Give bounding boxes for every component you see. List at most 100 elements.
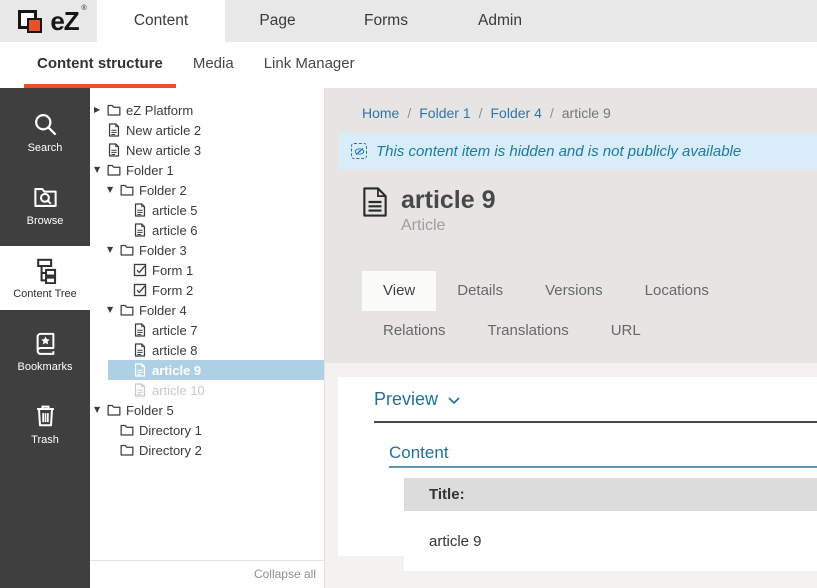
tab-versions[interactable]: Versions <box>524 271 624 311</box>
ez-logo-icon <box>18 7 45 35</box>
tree-item-folder-5[interactable]: ▼ Folder 5 <box>90 400 324 420</box>
folder-icon <box>120 303 139 317</box>
preview-section-toggle[interactable]: Preview <box>374 377 817 423</box>
content-type-label: Article <box>401 217 496 235</box>
tree-item-article-6[interactable]: article 6 <box>90 220 324 240</box>
subnav-item-content-structure[interactable]: Content structure <box>24 42 176 88</box>
collapse-all-button[interactable]: Collapse all <box>254 567 316 581</box>
tree-item-folder-1[interactable]: ▼Folder 1 <box>90 160 324 180</box>
tree-item-directory-2[interactable]: Directory 2 <box>90 440 324 460</box>
sidebar-items: Search Browse Content Tree Bookmarks Trash <box>0 100 90 456</box>
tree-item-article-7[interactable]: article 7 <box>90 320 324 340</box>
sidebar-item-label: Search <box>28 142 63 154</box>
tree-item-article-5[interactable]: article 5 <box>90 200 324 220</box>
tree-item-label: New article 2 <box>126 123 201 138</box>
main-area: Home/Folder 1/Folder 4/article 9 This co… <box>325 88 817 588</box>
tab-content-area: Preview Content Title:article 9 <box>325 363 817 588</box>
tab-details[interactable]: Details <box>436 271 524 311</box>
tree-item-label: article 8 <box>152 343 198 358</box>
sidebar-item-label: Bookmarks <box>17 361 72 373</box>
sidebar-item-browse[interactable]: Browse <box>0 173 90 237</box>
folder-icon <box>107 103 126 117</box>
content-section-title: Content <box>389 423 817 468</box>
search-icon <box>32 111 59 138</box>
tree-item-label: Folder 4 <box>139 303 187 318</box>
breadcrumb-link-folder-4[interactable]: Folder 4 <box>491 105 542 121</box>
collapse-arrow-icon[interactable]: ▼ <box>107 246 120 254</box>
tree-item-folder-3[interactable]: ▼ Folder 3 <box>90 240 324 260</box>
tree-item-label: article 10 <box>152 383 205 398</box>
top-tab-admin[interactable]: Admin <box>442 0 558 42</box>
article-icon <box>133 223 152 237</box>
tab-relations[interactable]: Relations <box>362 311 467 351</box>
tab-url[interactable]: URL <box>590 311 662 351</box>
article-icon <box>107 123 126 137</box>
tree-item-folder-4[interactable]: ▼ Folder 4 <box>90 300 324 320</box>
breadcrumb-link-home[interactable]: Home <box>362 105 399 121</box>
subnav-item-link-manager[interactable]: Link Manager <box>251 42 368 88</box>
tree-item-form-1[interactable]: Form 1 <box>90 260 324 280</box>
subnav-item-media[interactable]: Media <box>180 42 247 88</box>
tree-item-directory-1[interactable]: Directory 1 <box>90 420 324 440</box>
tab-view[interactable]: View <box>362 271 436 311</box>
sub-nav: Content structureMediaLink Manager <box>0 42 817 88</box>
tree-item-label: Directory 1 <box>139 423 202 438</box>
hidden-eye-icon <box>351 143 367 159</box>
form-icon <box>133 263 152 277</box>
content-title-block: article 9 Article <box>362 186 817 235</box>
breadcrumb-separator: / <box>479 105 483 121</box>
article-icon <box>133 363 152 377</box>
tree-item-label: Folder 5 <box>126 403 174 418</box>
tree-item-label: eZ Platform <box>126 103 193 118</box>
trash-icon <box>32 403 59 430</box>
bookmarks-icon <box>32 330 59 357</box>
view-panel: Preview Content Title:article 9 <box>338 377 817 556</box>
top-tab-page[interactable]: Page <box>225 0 330 42</box>
article-icon <box>133 323 152 337</box>
sidebar-item-label: Browse <box>27 215 64 227</box>
field-label: Title: <box>404 478 817 511</box>
tree-item-new-article-3[interactable]: New article 3 <box>90 140 324 160</box>
sidebar-item-trash[interactable]: Trash <box>0 392 90 456</box>
tree-item-ez-platform[interactable]: ▶ eZ Platform <box>90 100 324 120</box>
folder-icon <box>120 243 139 257</box>
collapse-arrow-icon[interactable]: ▼ <box>94 406 107 414</box>
content-tabs: ViewDetailsVersionsLocations RelationsTra… <box>362 271 817 351</box>
page-title: article 9 <box>401 186 496 214</box>
field-value: article 9 <box>404 511 817 571</box>
sidebar-item-content-tree[interactable]: Content Tree <box>0 246 90 310</box>
article-icon <box>133 383 152 397</box>
sidebar-item-bookmarks[interactable]: Bookmarks <box>0 319 90 383</box>
form-icon <box>133 283 152 297</box>
breadcrumb-separator: / <box>550 105 554 121</box>
top-tab-forms[interactable]: Forms <box>330 0 442 42</box>
tab-translations[interactable]: Translations <box>467 311 590 351</box>
sub-nav-items: Content structureMediaLink Manager <box>24 42 372 88</box>
tree-item-form-2[interactable]: Form 2 <box>90 280 324 300</box>
tree-item-article-9[interactable]: article 9 <box>90 360 324 380</box>
content-tree: ▶eZ PlatformNew article 2New article 3▼F… <box>90 100 324 460</box>
tree-item-article-8[interactable]: article 8 <box>90 340 324 360</box>
expand-arrow-icon[interactable]: ▶ <box>94 106 107 114</box>
sidebar-item-search[interactable]: Search <box>0 100 90 164</box>
collapse-arrow-icon[interactable]: ▼ <box>107 306 120 314</box>
tree-footer: Collapse all <box>90 560 324 588</box>
collapse-arrow-icon[interactable]: ▼ <box>107 186 120 194</box>
top-tab-content[interactable]: Content <box>97 0 225 42</box>
sidebar-item-label: Trash <box>31 434 59 446</box>
article-icon <box>133 343 152 357</box>
hidden-content-notice: This content item is hidden and is not p… <box>339 133 817 169</box>
folder-icon <box>120 423 139 437</box>
content-tree-panel: ▶eZ PlatformNew article 2New article 3▼F… <box>90 88 325 588</box>
tree-item-folder-2[interactable]: ▼Folder 2 <box>90 180 324 200</box>
tree-item-article-10[interactable]: article 10 <box>90 380 324 400</box>
preview-section-title: Preview <box>374 389 438 410</box>
tab-locations[interactable]: Locations <box>624 271 730 311</box>
collapse-arrow-icon[interactable]: ▼ <box>94 166 107 174</box>
breadcrumb-link-folder-1[interactable]: Folder 1 <box>419 105 470 121</box>
article-icon <box>107 143 126 157</box>
tree-item-new-article-2[interactable]: New article 2 <box>90 120 324 140</box>
tree-item-label: Folder 3 <box>139 243 187 258</box>
ez-logo[interactable]: eZ® <box>0 0 97 42</box>
folder-icon <box>107 403 126 417</box>
